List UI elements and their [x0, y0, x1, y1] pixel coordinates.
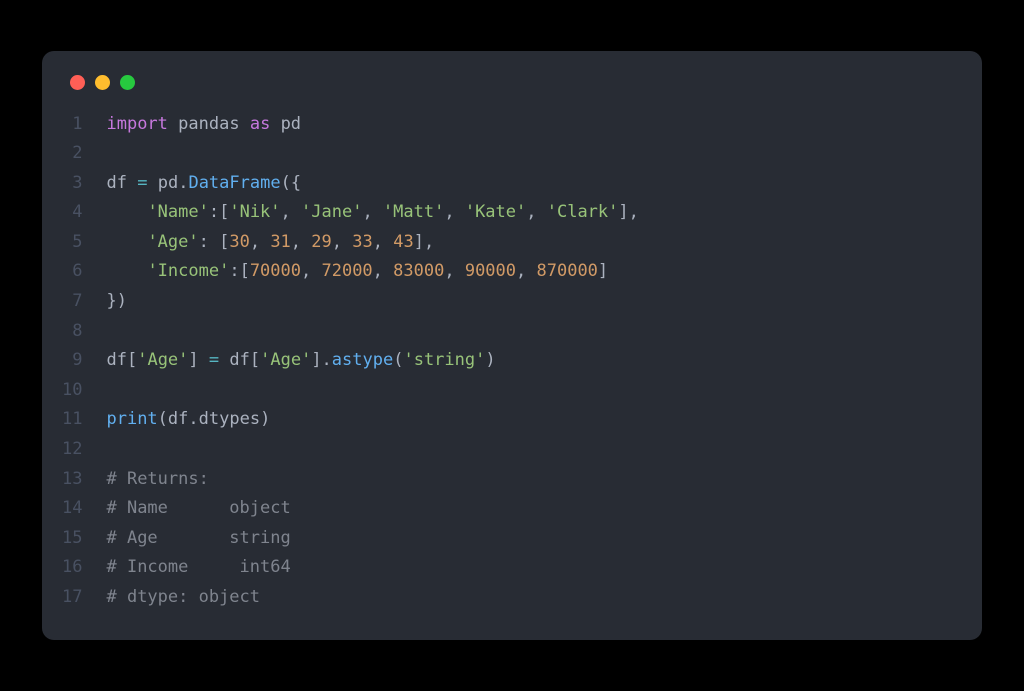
num: 83000	[393, 261, 444, 281]
brace-open: ({	[281, 173, 301, 193]
num: 70000	[250, 261, 301, 281]
ident-df: df	[106, 173, 126, 193]
dot: .	[178, 173, 188, 193]
comment: # Returns:	[106, 469, 208, 489]
close-icon[interactable]	[70, 75, 85, 90]
comment: # dtype: object	[106, 587, 260, 607]
num: 31	[270, 232, 290, 252]
num: 30	[229, 232, 249, 252]
alias-pd: pd	[281, 114, 301, 134]
num: 72000	[321, 261, 372, 281]
ident-pd: pd	[158, 173, 178, 193]
zoom-icon[interactable]	[120, 75, 135, 90]
str-jane: 'Jane'	[301, 202, 362, 222]
code-editor: 1 2 3 4 5 6 7 8 9 10 11 12 13 14 15 16 1…	[42, 110, 982, 613]
key-income: 'Income'	[147, 261, 229, 281]
fn-print: print	[106, 409, 157, 429]
key-name: 'Name'	[147, 202, 208, 222]
op-assign: =	[137, 173, 147, 193]
str-age: 'Age'	[137, 350, 188, 370]
num: 90000	[465, 261, 516, 281]
ident-df: df	[168, 409, 188, 429]
str-age: 'Age'	[260, 350, 311, 370]
attr-dtypes: dtypes	[199, 409, 260, 429]
key-age: 'Age'	[147, 232, 198, 252]
ident-df: df	[106, 350, 126, 370]
fn-dataframe: DataFrame	[188, 173, 280, 193]
str-matt: 'Matt'	[383, 202, 444, 222]
num: 33	[352, 232, 372, 252]
minimize-icon[interactable]	[95, 75, 110, 90]
str-kate: 'Kate'	[465, 202, 526, 222]
code-window: 1 2 3 4 5 6 7 8 9 10 11 12 13 14 15 16 1…	[42, 51, 982, 641]
str-clark: 'Clark'	[547, 202, 619, 222]
module-pandas: pandas	[178, 114, 239, 134]
str-string: 'string'	[403, 350, 485, 370]
num: 29	[311, 232, 331, 252]
window-titlebar	[42, 75, 982, 110]
comment: # Age string	[106, 528, 290, 548]
fn-astype: astype	[332, 350, 393, 370]
code-content: import pandas as pd df = pd.DataFrame({ …	[106, 110, 638, 613]
keyword-as: as	[250, 114, 270, 134]
line-number-gutter: 1 2 3 4 5 6 7 8 9 10 11 12 13 14 15 16 1…	[62, 110, 106, 613]
op-assign: =	[209, 350, 219, 370]
num: 43	[393, 232, 413, 252]
num: 870000	[537, 261, 598, 281]
comment: # Name object	[106, 498, 290, 518]
comment: # Income int64	[106, 557, 290, 577]
str-nik: 'Nik'	[229, 202, 280, 222]
brace-close: })	[106, 291, 126, 311]
keyword-import: import	[106, 114, 167, 134]
ident-df: df	[229, 350, 249, 370]
